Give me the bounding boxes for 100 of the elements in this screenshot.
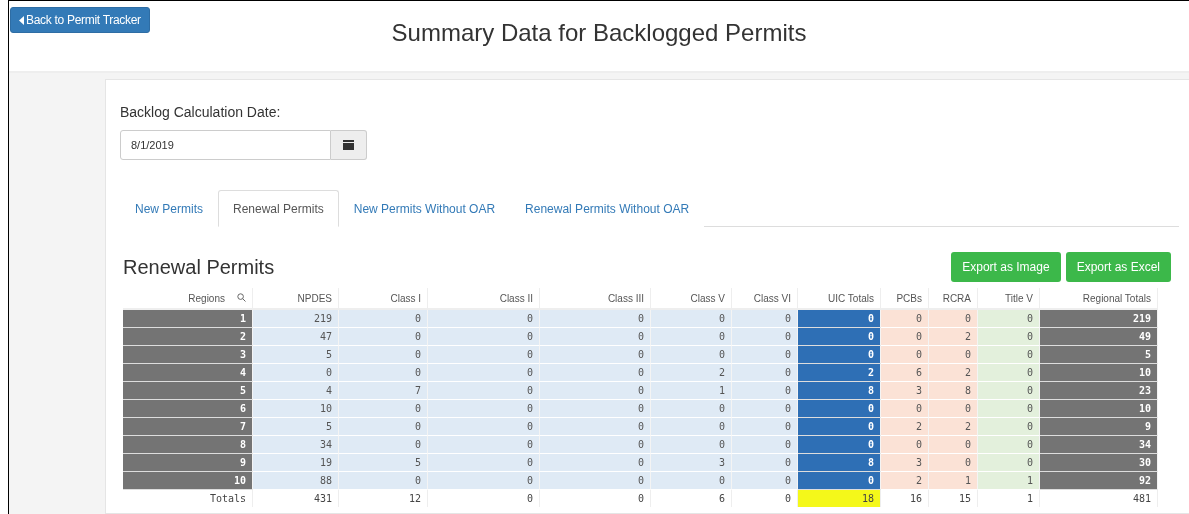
table-cell: 49 [1040,328,1158,346]
page-title: Summary Data for Backlogged Permits [391,19,807,47]
table-cell: 0 [540,382,651,400]
table-cell: 0 [978,436,1040,454]
table-cell: 0 [978,418,1040,436]
table-cell: 5 [253,418,339,436]
table-cell: 0 [978,346,1040,364]
table-cell: 2 [651,364,732,382]
table-cell: 34 [253,436,339,454]
table-cell: 2 [929,328,978,346]
tab[interactable]: Renewal Permits [218,190,339,227]
table-cell: 0 [732,310,798,328]
table-cell: 0 [732,346,798,364]
table-cell: 0 [798,346,881,364]
table-cell: 0 [540,472,651,490]
table-cell: 0 [339,472,428,490]
table-cell: 219 [1040,310,1158,328]
table-cell: 0 [881,436,929,454]
section-title: Renewal Permits [123,255,276,279]
table-cell: 0 [651,472,732,490]
table-cell: 0 [428,436,540,454]
table-cell: 19 [253,454,339,472]
calendar-button[interactable] [331,130,367,160]
table-cell: 0 [540,310,651,328]
table-cell: 7 [123,418,253,436]
table-cell: 0 [881,310,929,328]
table-cell: 0 [798,436,881,454]
table-cell: 0 [732,472,798,490]
table-cell: 2 [881,472,929,490]
table-cell: 2 [881,418,929,436]
table-cell: 1 [123,310,253,328]
table-cell: 0 [978,382,1040,400]
table-cell: 0 [732,454,798,472]
table-cell: 0 [428,310,540,328]
back-button[interactable]: Back to Permit Tracker [10,7,150,33]
table-cell: 2 [798,364,881,382]
field-label: Backlog Calculation Date: [120,104,282,120]
table-cell: 0 [540,400,651,418]
table-cell: 1 [929,472,978,490]
table-cell: 0 [339,346,428,364]
date-field[interactable]: 8/1/2019 [120,130,331,160]
totals-cell: 18 [798,490,881,507]
table-cell: 0 [339,436,428,454]
table-cell: 0 [339,310,428,328]
table-cell: 0 [428,472,540,490]
table-cell: 0 [339,328,428,346]
table-cell: 0 [798,400,881,418]
table-cell: 0 [881,400,929,418]
table-cell: 0 [651,346,732,364]
table-cell: 0 [978,454,1040,472]
table-cell: 2 [929,364,978,382]
table-cell: 0 [732,418,798,436]
table-cell: 5 [339,454,428,472]
table-cell: 8 [929,382,978,400]
table-cell: 88 [253,472,339,490]
table-cell: 92 [1040,472,1158,490]
table-cell: 2 [929,418,978,436]
table-cell: 0 [540,436,651,454]
table-cell: 8 [123,436,253,454]
table-cell: 30 [1040,454,1158,472]
table-cell: 0 [428,382,540,400]
table-cell: 0 [651,310,732,328]
table-cell: 0 [428,418,540,436]
table-cell: 0 [978,400,1040,418]
table-cell: 6 [123,400,253,418]
table-cell: 0 [798,310,881,328]
table-cell: 0 [651,400,732,418]
table-cell: 0 [798,472,881,490]
table-cell: 0 [540,418,651,436]
table-cell: 0 [339,418,428,436]
table-cell: 10 [253,400,339,418]
caret-icon [19,15,24,25]
table-cell: 0 [929,436,978,454]
table-cell: 2 [123,328,253,346]
table-cell: 0 [732,382,798,400]
table-cell: 0 [540,454,651,472]
table-cell: 7 [339,382,428,400]
table-cell: 5 [253,346,339,364]
table-cell: 34 [1040,436,1158,454]
table-cell: 4 [253,382,339,400]
table-cell: 0 [881,328,929,346]
table-cell: 0 [428,328,540,346]
table-cell: 219 [253,310,339,328]
table-cell: 23 [1040,382,1158,400]
search-icon[interactable] [237,292,246,302]
table-cell: 0 [732,364,798,382]
table-cell: 0 [428,346,540,364]
table-cell: 9 [123,454,253,472]
table-cell: 10 [1040,364,1158,382]
table-cell: 3 [881,454,929,472]
table-cell: 0 [732,436,798,454]
table-cell: 0 [881,346,929,364]
table-cell: 0 [978,364,1040,382]
table-cell: 3 [651,454,732,472]
table-cell: 0 [651,436,732,454]
table-cell: 6 [881,364,929,382]
table-cell: 9 [1040,418,1158,436]
table-cell: 10 [123,472,253,490]
table-cell: 0 [428,364,540,382]
table-cell: 0 [929,400,978,418]
